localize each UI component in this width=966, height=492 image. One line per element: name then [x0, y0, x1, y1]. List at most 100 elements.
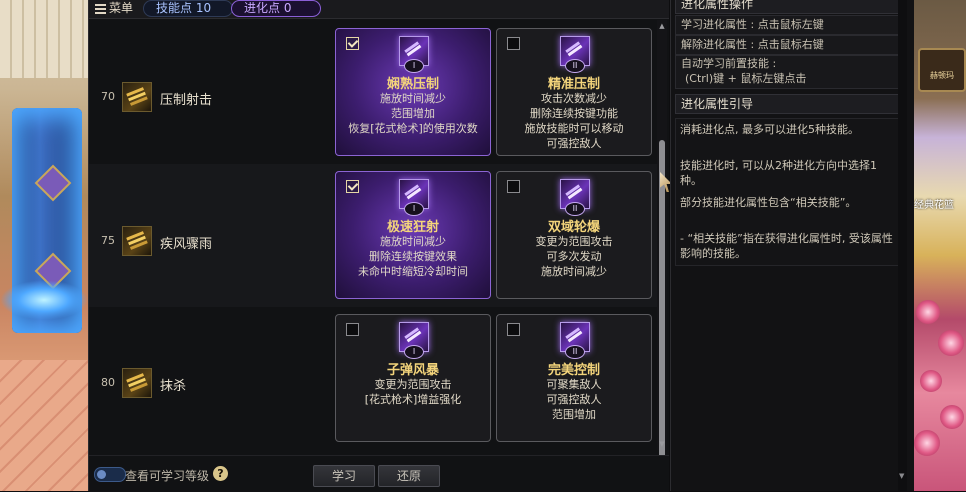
suppress-shot-icon[interactable]	[122, 82, 152, 112]
desc-line: 施放时间减少	[380, 235, 446, 248]
option-checkbox[interactable]	[507, 180, 520, 193]
evolution-number-badge: II	[565, 202, 585, 216]
remove-instruction: 解除进化属性 : 点击鼠标右键	[675, 35, 902, 55]
flower	[916, 300, 940, 324]
desc-line: 删除连续按键功能	[530, 107, 618, 120]
town-sign-text: 赫顿玛	[930, 71, 954, 80]
evolution-number-badge: II	[565, 59, 585, 73]
option-checkbox[interactable]	[346, 180, 359, 193]
desc-line: 未命中时缩短冷却时间	[358, 265, 468, 278]
evolution-option-card[interactable]: II 双域轮爆 变更为范围攻击 可多次发动 施放时间减少	[496, 171, 652, 299]
stone-arch	[0, 0, 88, 78]
flower	[920, 370, 942, 392]
toggle-knob	[97, 470, 106, 479]
evolution-option-card[interactable]: II 完美控制 可聚集敌人 可强控敌人 范围增加	[496, 314, 652, 442]
option-checkbox[interactable]	[507, 323, 520, 336]
option-description: 施放时间减少 删除连续按键效果 未命中时缩短冷却时间	[336, 234, 490, 279]
skill-list-scrollbar[interactable]: ▲ ▼	[657, 20, 667, 458]
menu-button[interactable]: 菜单	[95, 0, 133, 18]
option-title: 双域轮爆	[547, 220, 600, 235]
guide-text: 部分技能进化属性包含“相关技能”。	[680, 196, 857, 209]
option-description: 施放时间减少 范围增加 恢复[花式枪术]的使用次数	[336, 91, 490, 136]
obliterate-icon[interactable]	[122, 368, 152, 398]
town-sign: 赫顿玛	[918, 48, 966, 92]
info-scrollbar[interactable]: ▼	[898, 0, 907, 491]
skill-row: 80 抹杀 I 子弹风暴 变更为范围攻击 [花式枪术]增益强化 II 完美控制 …	[89, 308, 657, 451]
auto-learn-line: (Ctrl)键 + 鼠标左键点击	[685, 72, 807, 85]
skill-level: 70	[101, 90, 115, 103]
desc-line: 删除连续按键效果	[369, 250, 457, 263]
desc-line: 可强控敌人	[546, 137, 602, 150]
evolution-number-badge: I	[404, 59, 424, 73]
ops-header: 进化属性操作	[675, 0, 902, 14]
option-title: 完美控制	[547, 363, 600, 378]
desc-line: 施放技能时可以移动	[524, 122, 624, 135]
flower-shop-banner: 经典花篮	[914, 200, 954, 211]
game-scene-right: 赫顿玛 经典花篮	[914, 0, 966, 491]
desc-line: 可聚集敌人	[546, 378, 602, 391]
skill-row: 70 压制射击 I 娴熟压制 施放时间减少 范围增加 恢复[花式枪术]的使用次数…	[89, 20, 657, 163]
learn-instruction: 学习进化属性 : 点击鼠标左键	[675, 15, 902, 35]
evolution-number-badge: II	[565, 345, 585, 359]
skill-name: 疾风骤雨	[160, 237, 213, 252]
scroll-down-icon[interactable]: ▼	[899, 472, 904, 480]
option-title: 极速狂射	[386, 220, 439, 235]
skill-row: 75 疾风骤雨 I 极速狂射 施放时间减少 删除连续按键效果 未命中时缩短冷却时…	[89, 164, 657, 307]
desc-line: 施放时间减少	[380, 92, 446, 105]
evolution-number-badge: I	[404, 345, 424, 359]
desc-line: 恢复[花式枪术]的使用次数	[348, 122, 478, 135]
bullet-storm-icon[interactable]	[122, 226, 152, 256]
option-title: 精准压制	[547, 77, 600, 92]
scroll-up-icon[interactable]: ▲	[658, 22, 666, 30]
show-learnable-level-toggle[interactable]	[94, 467, 126, 482]
option-title: 子弹风暴	[386, 363, 439, 378]
skill-level: 75	[101, 234, 115, 247]
option-checkbox[interactable]	[346, 323, 359, 336]
hamburger-icon	[95, 2, 106, 16]
panel-topbar: 菜单 技能点 10 进化点 0	[89, 0, 669, 19]
option-title: 娴熟压制	[386, 77, 439, 92]
skill-points-tab[interactable]: 技能点 10	[143, 0, 233, 17]
option-description: 可聚集敌人 可强控敌人 范围增加	[497, 377, 651, 422]
portal-glow	[0, 280, 88, 320]
evolution-points-tab[interactable]: 进化点 0	[231, 0, 321, 17]
evolution-option-card[interactable]: I 子弹风暴 变更为范围攻击 [花式枪术]增益强化	[335, 314, 491, 442]
option-description: 变更为范围攻击 [花式枪术]增益强化	[336, 377, 490, 407]
desc-line: 范围增加	[552, 408, 596, 421]
option-description: 变更为范围攻击 可多次发动 施放时间减少	[497, 234, 651, 279]
auto-learn-line: 自动学习前置技能 :	[681, 57, 777, 70]
evolution-option-card[interactable]: I 娴熟压制 施放时间减少 范围增加 恢复[花式枪术]的使用次数	[335, 28, 491, 156]
tiled-floor	[0, 360, 88, 491]
guide-text: 消耗进化点, 最多可以进化5种技能。	[680, 123, 859, 136]
evolution-info-panel: 进化属性操作 学习进化属性 : 点击鼠标左键 解除进化属性 : 点击鼠标右键 自…	[670, 0, 915, 491]
reset-button[interactable]: 还原	[378, 465, 440, 487]
learn-button[interactable]: 学习	[313, 465, 375, 487]
flower	[914, 430, 940, 456]
desc-line: 变更为范围攻击	[374, 378, 452, 391]
evolution-option-card[interactable]: I 极速狂射 施放时间减少 删除连续按键效果 未命中时缩短冷却时间	[335, 171, 491, 299]
option-description: 攻击次数减少 删除连续按键功能 施放技能时可以移动 可强控敌人	[497, 91, 651, 151]
help-icon[interactable]: ?	[213, 466, 228, 481]
toggle-label: 查看可学习等级	[125, 469, 210, 483]
game-scene-left	[0, 0, 88, 491]
evolution-option-card[interactable]: II 精准压制 攻击次数减少 删除连续按键功能 施放技能时可以移动 可强控敌人	[496, 28, 652, 156]
scroll-down-icon[interactable]: ▼	[658, 440, 666, 448]
desc-line: 范围增加	[391, 107, 435, 120]
desc-line: 施放时间减少	[541, 265, 607, 278]
option-checkbox[interactable]	[507, 37, 520, 50]
option-checkbox[interactable]	[346, 37, 359, 50]
evolution-number-badge: I	[404, 202, 424, 216]
desc-line: 变更为范围攻击	[535, 235, 613, 248]
guide-text: - “相关技能”指在获得进化属性时, 受该属性影响的技能。	[680, 232, 893, 260]
auto-learn-instruction: 自动学习前置技能 : (Ctrl)键 + 鼠标左键点击	[675, 55, 902, 89]
panel-bottombar: 查看可学习等级 ? 学习 还原	[89, 455, 669, 492]
desc-line: [花式枪术]增益强化	[364, 393, 462, 406]
desc-line: 可强控敌人	[546, 393, 602, 406]
skill-name: 抹杀	[160, 379, 187, 394]
skill-evolution-panel: 菜单 技能点 10 进化点 0 70 压制射击 I 娴熟压制 施放时间减少 范围…	[88, 0, 669, 492]
guide-text: 技能进化时, 可以从2种进化方向中选择1种。	[680, 159, 877, 187]
door-gem	[34, 164, 72, 202]
flower	[938, 330, 964, 356]
scrollbar-thumb[interactable]	[659, 140, 665, 458]
desc-line: 攻击次数减少	[541, 92, 607, 105]
